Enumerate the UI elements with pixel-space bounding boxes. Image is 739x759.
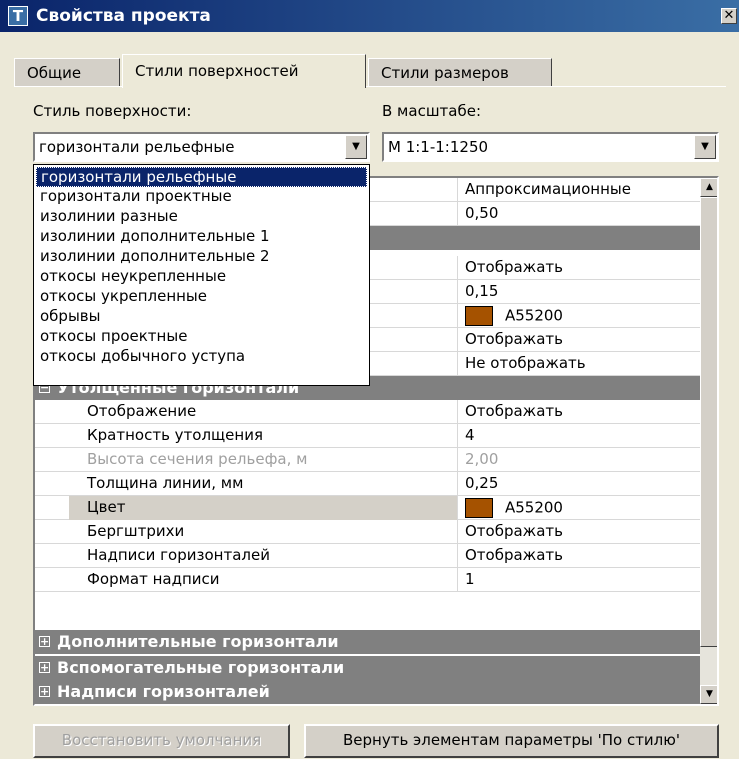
dropdown-option[interactable]: горизонтали рельефные — [36, 167, 367, 187]
surface-style-dropdown-list[interactable]: горизонтали рельефные горизонтали проект… — [33, 164, 370, 386]
dropdown-option[interactable]: откосы проектные — [36, 327, 367, 347]
dropdown-option[interactable]: обрывы — [36, 307, 367, 327]
app-icon: T — [8, 6, 28, 26]
tab-dimension-styles[interactable]: Стили размеров — [368, 58, 552, 86]
dropdown-option[interactable]: изолинии дополнительные 1 — [36, 227, 367, 247]
dropdown-option[interactable]: изолинии разные — [36, 207, 367, 227]
restore-defaults-button[interactable]: Восстановить умолчания — [33, 724, 290, 758]
dropdown-option[interactable]: откосы добычного уступа — [36, 347, 367, 367]
window-title: Свойства проекта — [36, 6, 211, 26]
dropdown-option[interactable]: изолинии дополнительные 2 — [36, 247, 367, 267]
reset-to-style-button[interactable]: Вернуть элементам параметры 'По стилю' — [304, 724, 719, 758]
title-bar: T Свойства проекта ✕ — [0, 0, 739, 32]
dropdown-option[interactable]: откосы укрепленные — [36, 287, 367, 307]
close-icon[interactable]: ✕ — [721, 8, 737, 24]
dropdown-option[interactable]: горизонтали проектные — [36, 187, 367, 207]
tab-general[interactable]: Общие — [14, 58, 120, 86]
dropdown-option[interactable]: откосы неукрепленные — [36, 267, 367, 287]
tab-surface-styles[interactable]: Стили поверхностей — [122, 54, 366, 88]
